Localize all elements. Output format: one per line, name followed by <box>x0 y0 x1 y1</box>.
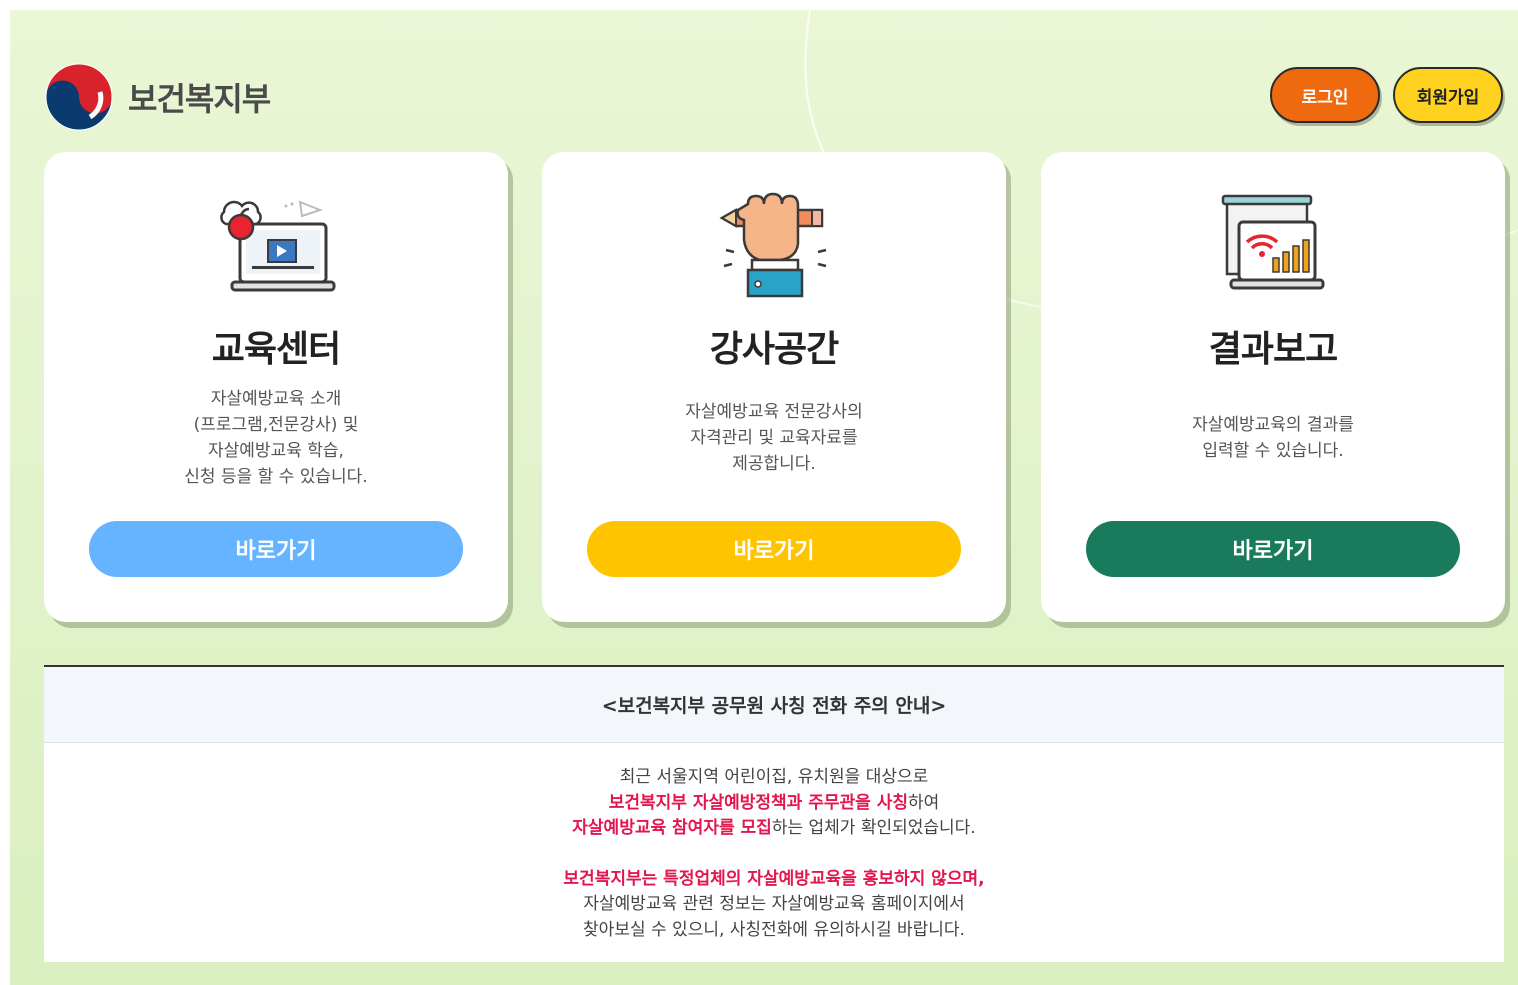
login-button[interactable]: 로그인 <box>1270 67 1380 123</box>
notice-warning-text: 자살예방교육 참여자를 모집 <box>572 818 772 838</box>
card-description: 자살예방교육의 결과를 입력할 수 있습니다. <box>1192 415 1354 461</box>
card-description: 자살예방교육 소개 (프로그램,전문강사) 및 자살예방교육 학습, 신청 등을… <box>184 389 368 487</box>
notice-warning-text: 보건복지부 자살예방정책과 주무관을 사칭 <box>608 792 908 813</box>
laptop-video-icon <box>220 200 336 292</box>
card-title: 교육센터 <box>211 329 341 370</box>
go-button-report[interactable]: 바로가기 <box>1086 521 1460 577</box>
notice-body: 최근 서울지역 어린이집, 유치원을 대상으로 보건복지부 자살예방정책과 주무… <box>44 743 1504 943</box>
card-result-report: 결과보고 자살예방교육의 결과를 입력할 수 있습니다. 바로가기 <box>1041 152 1505 622</box>
notice-text: 하여 <box>908 792 940 813</box>
ministry-logo[interactable]: 보건복지부 <box>44 62 271 132</box>
card-description: 자살예방교육 전문강사의 자격관리 및 교육자료를 제공합니다. <box>685 402 863 474</box>
go-button-instructor[interactable]: 바로가기 <box>587 521 961 577</box>
signup-button[interactable]: 회원가입 <box>1393 67 1503 123</box>
hand-pencil-icon <box>719 192 827 298</box>
report-chart-icon <box>1221 194 1325 290</box>
card-title: 결과보고 <box>1208 329 1338 370</box>
card-education-center: 교육센터 자살예방교육 소개 (프로그램,전문강사) 및 자살예방교육 학습, … <box>44 152 508 622</box>
page-frame: 보건복지부 로그인 회원가입 교육센터 자살예방교육 소개 (프로그램,전문강사… <box>10 10 1518 985</box>
go-button-education[interactable]: 바로가기 <box>89 521 463 577</box>
taegeuk-logo-icon <box>45 63 113 131</box>
notice-text: 하는 업체가 확인되었습니다. <box>771 818 976 838</box>
notice-line: 자살예방교육 관련 정보는 자살예방교육 홈페이지에서 <box>583 894 965 914</box>
notice-line: 찾아보실 수 있으니, 사칭전화에 유의하시길 바랍니다. <box>583 919 965 940</box>
card-title: 강사공간 <box>709 329 839 370</box>
notice-title: <보건복지부 공무원 사칭 전화 주의 안내> <box>44 667 1504 743</box>
notice-line: 최근 서울지역 어린이집, 유치원을 대상으로 <box>619 767 929 787</box>
notice-panel: <보건복지부 공무원 사칭 전화 주의 안내> 최근 서울지역 어린이집, 유치… <box>44 665 1504 962</box>
notice-line: 보건복지부 자살예방정책과 주무관을 사칭하여 <box>44 791 1504 817</box>
card-instructor-space: 강사공간 자살예방교육 전문강사의 자격관리 및 교육자료를 제공합니다. 바로… <box>542 152 1006 622</box>
notice-warning-line: 보건복지부는 특정업체의 자살예방교육을 홍보하지 않으며, <box>563 868 985 889</box>
logo-text: 보건복지부 <box>128 80 271 118</box>
notice-line: 자살예방교육 참여자를 모집하는 업체가 확인되었습니다. <box>44 816 1504 842</box>
